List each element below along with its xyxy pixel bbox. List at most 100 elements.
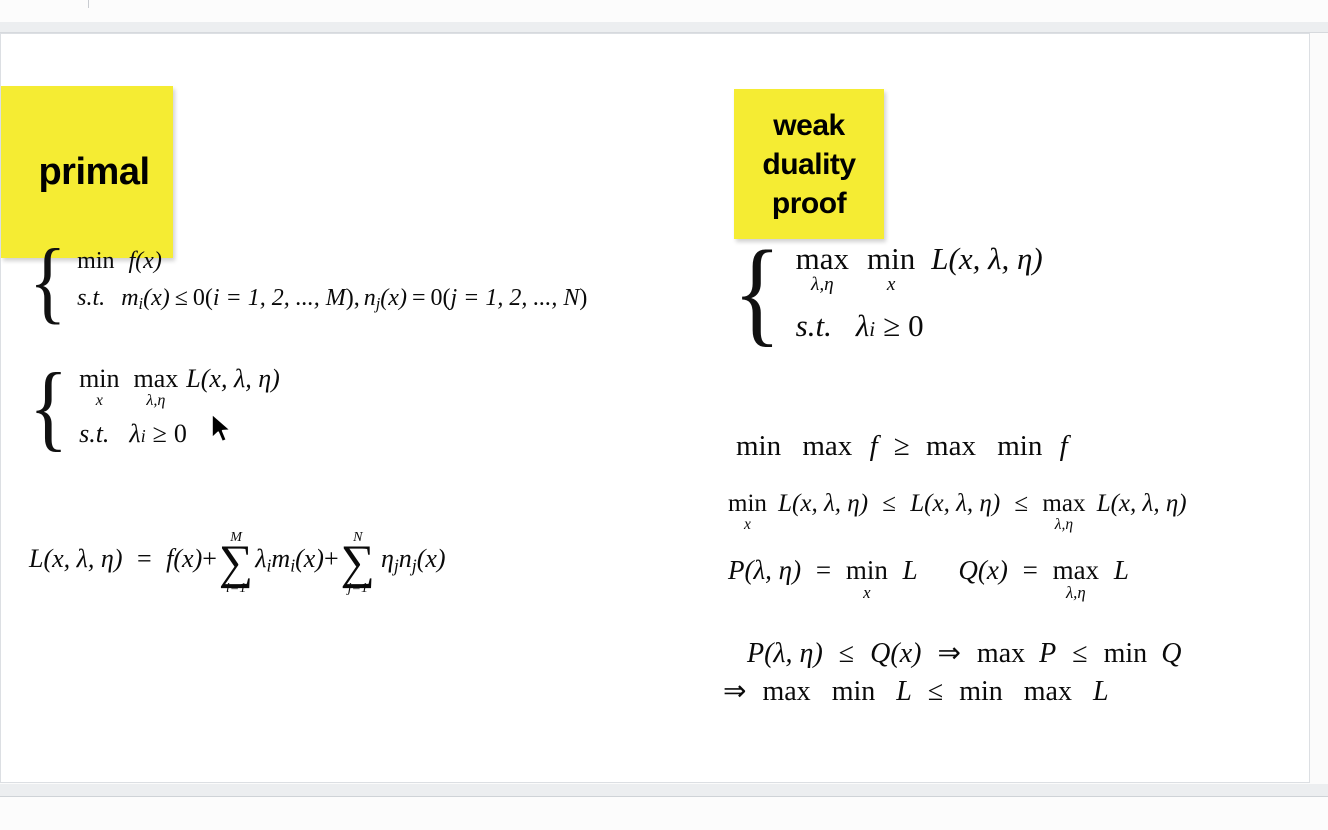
- primal-problem-block: { min f(x) s.t. mi(x) ≤0(i = 1, 2, ..., M…: [29, 230, 587, 332]
- conclusion-1-lhs: P(λ, η): [747, 638, 823, 669]
- minmax-constraint-row: s.t. λi ≥ 0: [79, 419, 280, 449]
- p-body: L: [902, 555, 918, 585]
- conclusion-2-op-3: min: [959, 676, 1003, 707]
- conclusion-1-implies: ⇒: [937, 638, 961, 669]
- sigma-icon: ∑: [340, 536, 375, 590]
- constraint-m: m: [121, 285, 139, 312]
- dual-problem-block: { max λ,η min x L(x, λ, η) s.t. λi ≥ 0: [733, 226, 1043, 358]
- lagrangian-definition: L(x, λ, η) = f(x)+ M ∑ i=1 λimi(x)+ N ∑ j=1 ηjnj…: [29, 529, 446, 596]
- lagrangian-plus-2: +: [323, 544, 339, 574]
- summation-1-lower: i=1: [225, 579, 247, 596]
- lagrangian-f-term: f(x): [166, 544, 203, 574]
- conclusion-2-op-4: max: [1023, 676, 1072, 707]
- heading-line-3: proof: [771, 186, 847, 220]
- minmax-inner-limit: max λ,η: [134, 366, 179, 409]
- conclusion-1-rel-2: ≤: [1072, 638, 1088, 669]
- primal-heading-label: primal: [38, 150, 150, 193]
- conclusion-2-rel: ≤: [927, 676, 944, 707]
- window-bottom-strip: [0, 797, 1328, 830]
- q-lhs: Q(x): [958, 555, 1008, 585]
- document-page: primal { min f(x) s.t. mi(x) ≤0(i = 1, 2,…: [0, 33, 1310, 783]
- dual-constraint-row: s.t. λi ≥ 0: [796, 308, 1043, 344]
- constraint-rel-2: =: [411, 285, 426, 312]
- minmax-outer-limit: min x: [79, 366, 119, 409]
- weak-duality-heading-label: weak duality proof: [762, 106, 856, 223]
- proof-minmax-op-3: max: [926, 430, 976, 462]
- term-2-eta: η: [380, 544, 394, 574]
- dual-outer-sub: λ,η: [811, 274, 834, 295]
- constraint-n: n: [363, 285, 376, 312]
- minmax-rel: ≥: [152, 419, 167, 449]
- term-2-arg: (x): [416, 544, 446, 574]
- minmax-value: 0: [173, 419, 187, 449]
- p-lhs: P(λ, η): [728, 555, 802, 585]
- conclusion-2-op-1: max: [762, 676, 811, 707]
- constraint-m-arg: (x): [143, 285, 170, 312]
- p-op: min: [845, 555, 888, 585]
- proof-minmax-f-1: f: [869, 430, 878, 462]
- minmax-lambda: λ: [129, 419, 141, 449]
- primal-objective-row: min f(x): [77, 248, 587, 275]
- proof-line-pq-definitions: P(λ, η) = min x L Q(x) = max λ,η L: [728, 555, 1129, 602]
- weak-duality-heading-sticky: weak duality proof: [734, 89, 884, 239]
- constraint-rel-1: ≤: [174, 285, 188, 312]
- heading-line-2: duality: [762, 147, 856, 181]
- conclusion-1-op-1: max: [976, 638, 1026, 669]
- summation-1: M ∑ i=1: [218, 530, 254, 596]
- sandwich-right-body: L(x, λ, η): [1096, 490, 1187, 517]
- sigma-icon: ∑: [218, 536, 254, 590]
- p-eq: =: [815, 555, 832, 585]
- lagrangian-plus-1: +: [202, 544, 217, 574]
- constraint-j-range: j = 1, 2, ..., N: [450, 285, 580, 312]
- primal-st-label: s.t.: [77, 285, 106, 312]
- constraint-zero-2: 0(: [430, 285, 451, 312]
- p-limit: min x: [846, 557, 888, 602]
- constraint-close-2: ): [579, 285, 588, 312]
- term-2-n: n: [398, 544, 412, 574]
- lagrangian-lhs: L(x, λ, η): [29, 544, 123, 574]
- primal-constraints-row: s.t. mi(x) ≤0(i = 1, 2, ..., M), nj(x) = 0(j…: [77, 285, 587, 314]
- dual-inner-sub: x: [886, 274, 896, 295]
- minmax-body: L(x, λ, η): [186, 364, 280, 393]
- sandwich-rel-1: ≤: [882, 490, 897, 517]
- term-1-lambda: λ: [255, 544, 267, 574]
- p-sub: x: [863, 583, 871, 602]
- primal-heading-sticky: primal: [1, 86, 173, 258]
- conclusion-1-op-2: min: [1103, 638, 1148, 669]
- left-brace-icon: {: [733, 226, 782, 358]
- conclusion-2-var-2: L: [1092, 676, 1109, 707]
- q-body: L: [1113, 555, 1129, 585]
- window-top-strip: [0, 0, 1328, 22]
- sandwich-right-op: max: [1042, 490, 1086, 517]
- conclusion-1-var-1: P: [1039, 638, 1057, 669]
- proof-minmax-op-2: max: [802, 430, 853, 462]
- sandwich-mid: L(x, λ, η): [910, 490, 1001, 517]
- dual-objective-row: max λ,η min x L(x, λ, η): [796, 241, 1043, 294]
- sandwich-rel-2: ≤: [1014, 490, 1029, 517]
- dual-outer-limit: max λ,η: [796, 243, 849, 294]
- primal-minmax-block: { min x max λ,η L(x, λ, η) s.t. λi ≥ 0: [29, 358, 280, 454]
- term-1-m: m: [271, 544, 291, 574]
- constraint-i-range: i = 1, 2, ..., M: [212, 285, 346, 312]
- proof-line-minmax: min max f ≥ max min f: [736, 430, 1068, 463]
- proof-conclusion-line-1: P(λ, η) ≤ Q(x) ⇒ max P ≤ min Q: [747, 636, 1181, 670]
- proof-conclusion-line-2: ⇒ max min L ≤ min max L: [723, 674, 1109, 708]
- conclusion-2-var-1: L: [896, 676, 912, 707]
- term-1-arg: (x): [295, 544, 324, 574]
- q-eq: =: [1022, 555, 1038, 585]
- dual-inner-limit: min x: [867, 243, 915, 294]
- proof-minmax-f-2: f: [1059, 430, 1068, 462]
- dual-body: L(x, λ, η): [931, 241, 1043, 276]
- minmax-objective-row: min x max λ,η L(x, λ, η): [79, 364, 280, 409]
- minmax-lambda-sub: i: [140, 426, 146, 447]
- left-brace-icon: {: [29, 230, 67, 332]
- dual-lambda: λ: [855, 308, 870, 344]
- constraint-zero-1: 0(: [192, 285, 213, 312]
- sandwich-right-sub: λ,η: [1054, 516, 1074, 533]
- minmax-inner-op: max: [133, 364, 179, 393]
- toolbar-band: [0, 22, 1328, 33]
- conclusion-1-var-2: Q: [1161, 638, 1182, 669]
- conclusion-1-rel-1: ≤: [838, 638, 855, 669]
- lagrangian-eq: =: [136, 544, 152, 574]
- constraint-close-1: ),: [345, 285, 360, 312]
